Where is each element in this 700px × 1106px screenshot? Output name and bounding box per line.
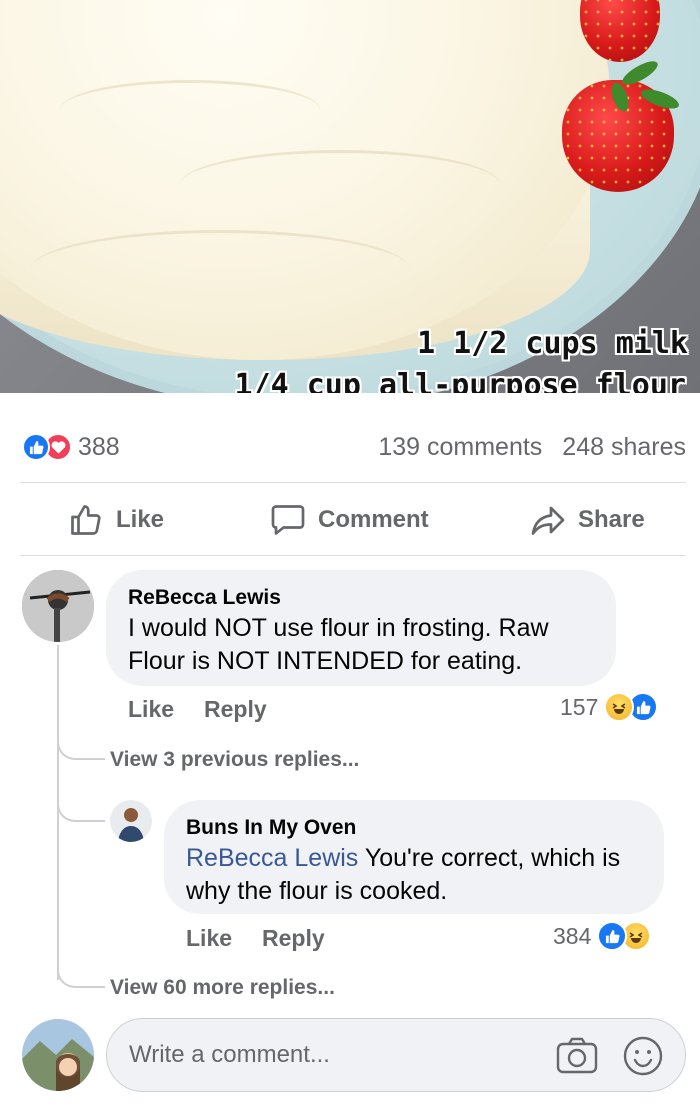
comment-bubble-icon bbox=[271, 505, 305, 535]
view-previous-replies-link[interactable]: View 3 previous replies... bbox=[110, 748, 359, 772]
camera-icon[interactable] bbox=[555, 1035, 599, 1077]
reply-mention[interactable]: ReBecca Lewis bbox=[186, 844, 358, 872]
reply-body: ReBecca Lewis You're correct, which is w… bbox=[186, 842, 642, 908]
comment-input[interactable] bbox=[129, 1041, 529, 1069]
share-button[interactable]: Share bbox=[530, 502, 645, 538]
comment-like-button[interactable]: Like bbox=[128, 696, 174, 723]
post-actions: Like Comment Share bbox=[0, 495, 700, 545]
comment-text: I would NOT use flour in frosting. Raw F… bbox=[128, 614, 549, 675]
comment-button[interactable]: Comment bbox=[270, 502, 429, 538]
reaction-count: 388 bbox=[78, 432, 120, 461]
reply-actions: Like Reply bbox=[186, 925, 325, 952]
view-more-replies-link[interactable]: View 60 more replies... bbox=[110, 976, 335, 1000]
frosting-swirl bbox=[60, 80, 320, 140]
reply-reply-button[interactable]: Reply bbox=[262, 925, 325, 952]
avatar-photo bbox=[110, 800, 152, 842]
avatar-photo bbox=[22, 570, 94, 642]
reaction-summary[interactable]: 388 bbox=[22, 433, 120, 462]
like-reaction-icon bbox=[22, 433, 50, 461]
thread-connector bbox=[57, 800, 105, 822]
divider bbox=[20, 482, 686, 483]
avatar-photo bbox=[22, 1019, 94, 1091]
post-image[interactable]: 1 1/2 cups milk 1/4 cup all-purpose flou… bbox=[0, 0, 700, 393]
post-stats: 388 139 comments 248 shares bbox=[22, 425, 686, 469]
shares-count-link[interactable]: 248 shares bbox=[562, 433, 686, 462]
comment-reactions[interactable]: 157 bbox=[560, 692, 659, 722]
thread-connector bbox=[57, 738, 105, 760]
frosting-swirl bbox=[180, 150, 500, 220]
reply-reactions[interactable]: 384 bbox=[553, 921, 652, 951]
like-reaction-icon bbox=[597, 921, 628, 951]
current-user-avatar[interactable] bbox=[22, 1019, 94, 1091]
like-button[interactable]: Like bbox=[68, 502, 164, 538]
share-label: Share bbox=[578, 506, 645, 533]
commenter-avatar[interactable] bbox=[22, 570, 94, 642]
reply-author[interactable]: Buns In My Oven bbox=[186, 814, 642, 842]
reply-reaction-count: 384 bbox=[553, 922, 592, 949]
comment-actions: Like Reply bbox=[128, 696, 267, 723]
thumbs-up-icon bbox=[71, 505, 101, 535]
divider bbox=[20, 555, 686, 556]
reply-like-button[interactable]: Like bbox=[186, 925, 232, 952]
comment-bubble[interactable]: ReBecca Lewis I would NOT use flour in f… bbox=[106, 570, 616, 686]
like-label: Like bbox=[116, 506, 165, 533]
comments-count-link[interactable]: 139 comments bbox=[378, 433, 542, 462]
recipe-line: 1/4 cup all-purpose flour bbox=[234, 368, 686, 393]
comment-label: Comment bbox=[318, 506, 429, 533]
haha-reaction-icon bbox=[604, 692, 635, 722]
share-arrow-icon bbox=[531, 506, 565, 535]
comment-reply-button[interactable]: Reply bbox=[204, 696, 267, 723]
comment-reaction-count: 157 bbox=[560, 693, 599, 720]
comment-composer[interactable] bbox=[106, 1018, 686, 1092]
emoji-icon[interactable] bbox=[621, 1035, 665, 1077]
thread-connector bbox=[57, 966, 105, 988]
recipe-line: 1 1/2 cups milk bbox=[417, 326, 688, 361]
frosting-swirl bbox=[30, 230, 410, 310]
reply-author-avatar[interactable] bbox=[110, 800, 152, 842]
comment-author[interactable]: ReBecca Lewis bbox=[128, 584, 594, 612]
reply-bubble[interactable]: Buns In My Oven ReBecca Lewis You're cor… bbox=[164, 800, 664, 914]
